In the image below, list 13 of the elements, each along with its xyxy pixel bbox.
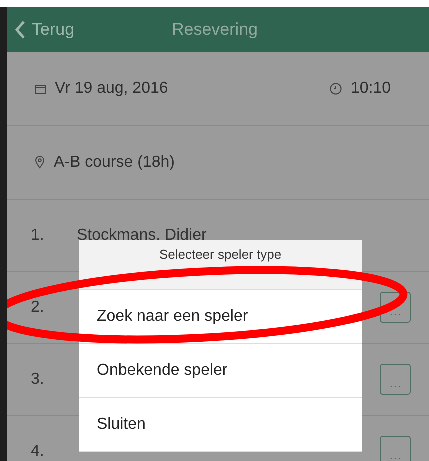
player-number: 3. — [31, 370, 46, 390]
chevron-left-icon — [15, 20, 26, 38]
player-number: 2. — [31, 298, 46, 318]
clock-icon — [330, 82, 342, 94]
location-pin-icon — [35, 156, 45, 169]
back-link[interactable]: Terug — [15, 16, 172, 42]
calendar-icon — [35, 84, 46, 94]
course-text[interactable]: A-B course (18h) — [54, 150, 175, 174]
page-title: Resevering — [172, 18, 258, 41]
player-number: 1. — [31, 226, 46, 246]
time-text[interactable]: 10:10 — [350, 76, 391, 100]
player-number: 4. — [31, 442, 46, 461]
date-text[interactable]: Vr 19 aug, 2016 — [55, 76, 168, 100]
